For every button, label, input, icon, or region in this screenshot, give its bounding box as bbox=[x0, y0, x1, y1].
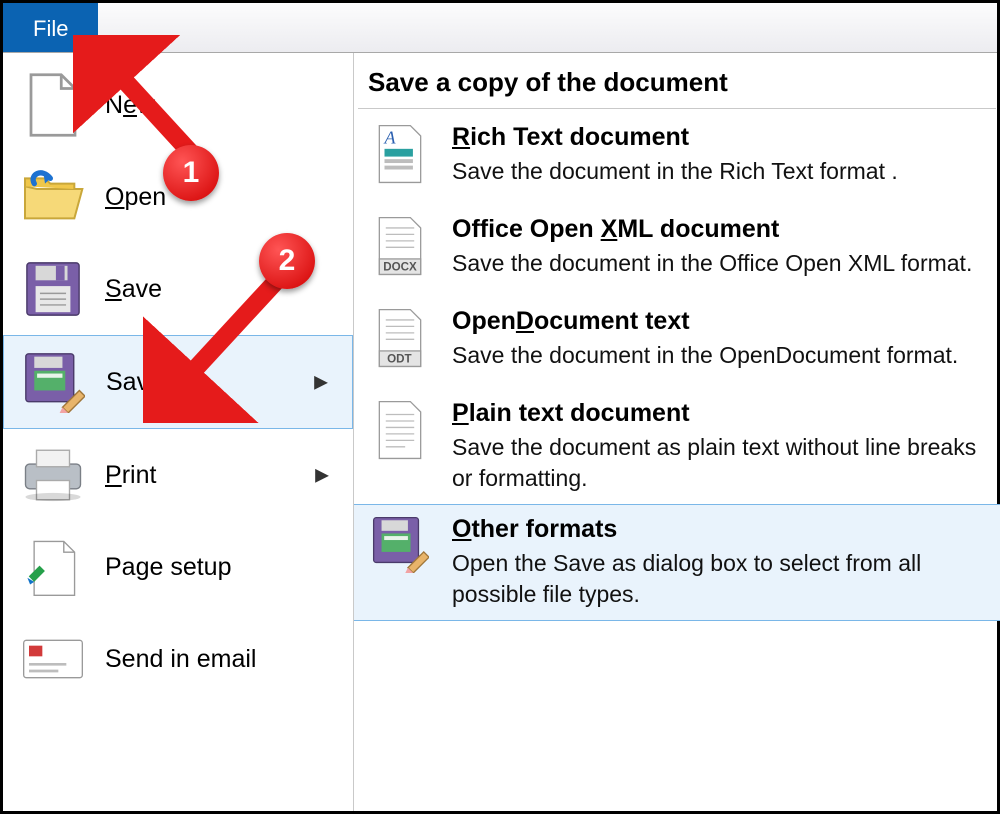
odt-document-icon: ODT bbox=[368, 307, 432, 379]
save-floppy-icon bbox=[17, 253, 89, 325]
docx-document-icon: DOCX bbox=[368, 215, 432, 287]
ribbon-toolbar: File bbox=[3, 3, 997, 53]
option-description: Save the document in the Rich Text forma… bbox=[452, 156, 988, 187]
save-as-other-formats[interactable]: Other formats Open the Save as dialog bo… bbox=[354, 504, 1000, 621]
new-document-icon bbox=[17, 69, 89, 141]
menu-item-save-as[interactable]: Save as ▶ bbox=[3, 335, 353, 429]
submenu-title: Save a copy of the document bbox=[354, 61, 1000, 108]
option-description: Open the Save as dialog box to select fr… bbox=[452, 548, 988, 610]
menu-item-label: Save as bbox=[106, 368, 196, 397]
option-title: OpenDocument text bbox=[452, 307, 988, 336]
printer-icon bbox=[17, 439, 89, 511]
menu-item-label: Open bbox=[105, 183, 166, 212]
save-as-rtf[interactable]: A Rich Text document Save the document i… bbox=[354, 113, 1000, 205]
svg-text:DOCX: DOCX bbox=[383, 261, 417, 274]
file-menu-panels: New Open bbox=[3, 53, 997, 811]
menu-item-label: Page setup bbox=[105, 553, 232, 582]
file-tab-label: File bbox=[33, 16, 68, 42]
annotation-badge-1: 1 bbox=[163, 145, 219, 201]
save-as-docx[interactable]: DOCX Office Open XML document Save the d… bbox=[354, 205, 1000, 297]
page-setup-icon bbox=[17, 531, 89, 603]
option-title: Rich Text document bbox=[452, 123, 988, 152]
save-as-plain-text[interactable]: Plain text document Save the document as… bbox=[354, 389, 1000, 504]
option-description: Save the document as plain text without … bbox=[452, 432, 988, 494]
option-title: Plain text document bbox=[452, 399, 988, 428]
option-description: Save the document in the OpenDocument fo… bbox=[452, 340, 988, 371]
plain-text-document-icon bbox=[368, 399, 432, 471]
annotation-badge-2: 2 bbox=[259, 233, 315, 289]
menu-item-new[interactable]: New bbox=[3, 59, 353, 151]
menu-item-send-email[interactable]: Send in email bbox=[3, 613, 353, 705]
option-title: Office Open XML document bbox=[452, 215, 988, 244]
svg-text:A: A bbox=[384, 128, 397, 148]
menu-item-print[interactable]: Print ▶ bbox=[3, 429, 353, 521]
envelope-icon bbox=[17, 623, 89, 695]
divider bbox=[358, 108, 996, 109]
svg-text:ODT: ODT bbox=[387, 353, 412, 366]
rtf-document-icon: A bbox=[368, 123, 432, 195]
option-title: Other formats bbox=[452, 515, 988, 544]
save-as-other-icon bbox=[368, 515, 432, 587]
window-frame: File New bbox=[0, 0, 1000, 814]
open-folder-icon bbox=[17, 161, 89, 233]
file-tab[interactable]: File bbox=[3, 3, 98, 52]
menu-item-label: Print bbox=[105, 461, 156, 490]
submenu-arrow-icon: ▶ bbox=[315, 465, 329, 486]
menu-item-label: Save bbox=[105, 275, 162, 304]
save-as-icon bbox=[18, 346, 90, 418]
option-description: Save the document in the Office Open XML… bbox=[452, 248, 988, 279]
menu-item-label: New bbox=[105, 91, 155, 120]
submenu-arrow-icon: ▶ bbox=[314, 372, 328, 393]
save-as-odt[interactable]: ODT OpenDocument text Save the document … bbox=[354, 297, 1000, 389]
menu-item-page-setup[interactable]: Page setup bbox=[3, 521, 353, 613]
save-as-submenu: Save a copy of the document A Rich Text … bbox=[353, 53, 1000, 811]
menu-item-label: Send in email bbox=[105, 645, 256, 674]
